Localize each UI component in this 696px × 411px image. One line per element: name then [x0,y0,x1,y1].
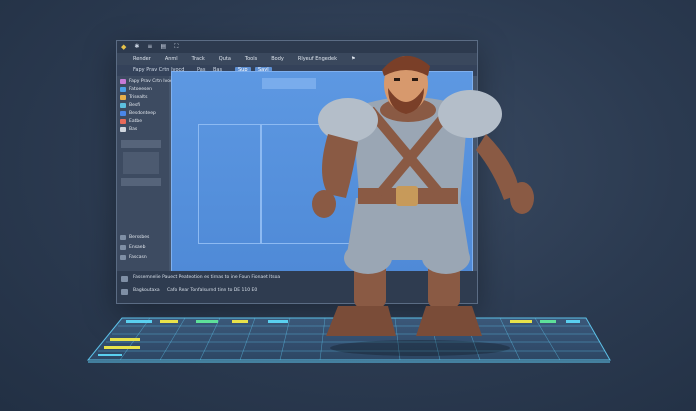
scene: ◆ ✱ ≡ ▤ ⛶ Render Anml Track Quta Tools B… [0,0,696,411]
character-model[interactable] [300,48,570,358]
